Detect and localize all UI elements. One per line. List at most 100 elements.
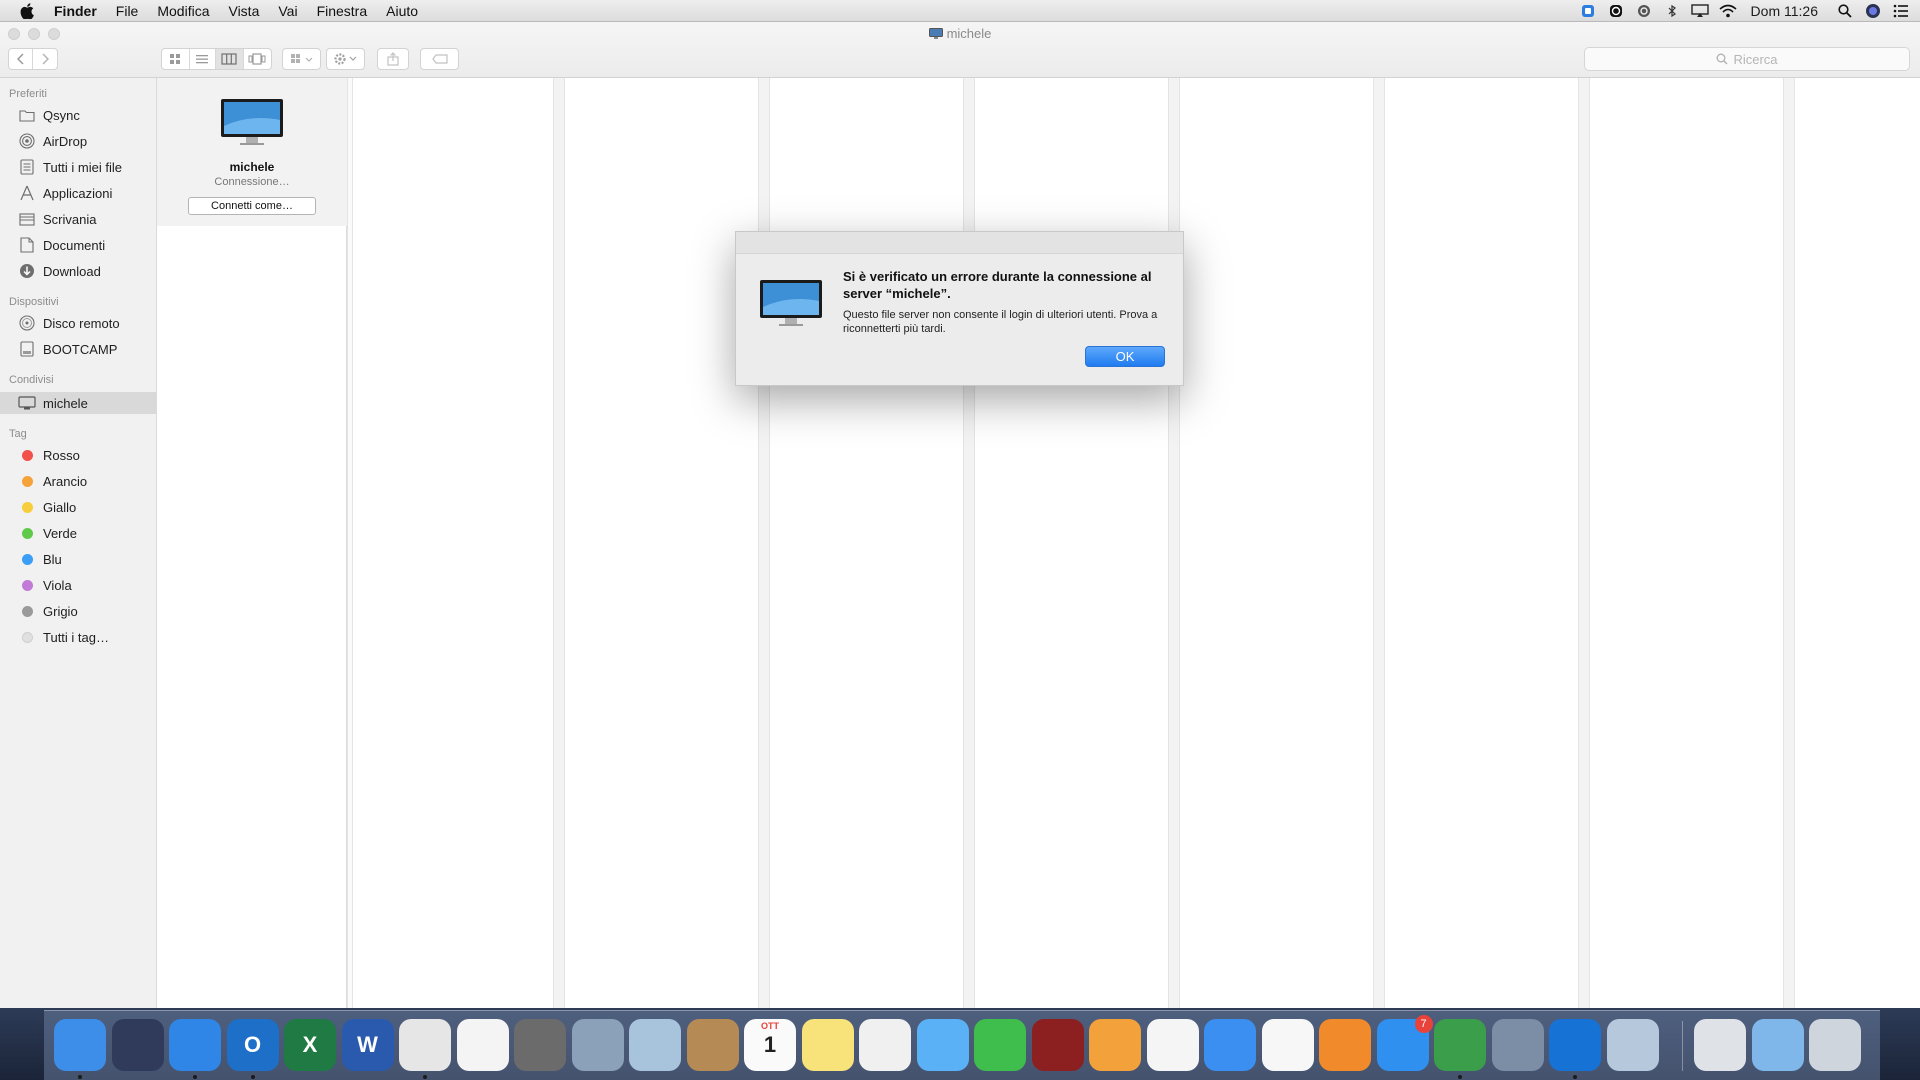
gear-icon [333,53,356,65]
notification-center-icon[interactable] [1892,2,1910,20]
spotlight-search-icon[interactable] [1836,2,1854,20]
messages-icon[interactable] [916,1019,969,1071]
menu-file[interactable]: File [116,3,139,19]
keynote-icon[interactable] [1204,1019,1256,1071]
search-field[interactable]: Ricerca [1584,47,1910,71]
calendar-icon[interactable]: 1 OTT [744,1019,796,1071]
photo-booth-icon[interactable] [1031,1019,1084,1071]
column-divider[interactable] [553,78,565,1008]
ok-button[interactable]: OK [1085,346,1165,367]
teamviewer-icon[interactable] [1549,1019,1601,1071]
icon-view-button[interactable] [162,49,190,69]
finder-icon[interactable] [54,1019,106,1071]
sidebar-tag-blu[interactable]: Blu [0,548,156,570]
network-radar-icon[interactable] [1491,1019,1544,1071]
outlook-icon[interactable]: O [226,1019,279,1071]
menu-vista[interactable]: Vista [228,3,259,19]
sidebar-item-label: Blu [43,551,62,567]
sidebar-item-michele[interactable]: michele [0,392,156,414]
ibooks-icon[interactable] [1319,1019,1371,1071]
excel-icon[interactable]: X [284,1019,336,1071]
messenger-icon[interactable] [1434,1019,1486,1071]
notes-icon[interactable] [801,1019,854,1071]
column-divider[interactable] [1373,78,1385,1008]
reminders-icon[interactable] [859,1019,911,1071]
bluetooth-status-icon[interactable] [1663,2,1681,20]
sidebar: Preferiti Qsync AirDrop Tutti i miei fil… [0,78,157,1008]
qsync-status-icon[interactable] [1579,2,1597,20]
menu-aiuto[interactable]: Aiuto [386,3,418,19]
sync-status-icon[interactable] [1635,2,1653,20]
menu-vai[interactable]: Vai [278,3,297,19]
sidebar-item-airdrop[interactable]: AirDrop [0,130,156,152]
edit-tags-button[interactable] [420,48,459,70]
documents-stack-icon[interactable] [1694,1019,1746,1071]
column-resize-handle[interactable] [347,78,353,1008]
notification-badge: 7 [1414,1015,1433,1033]
sidebar-tag-all[interactable]: Tutti i tag… [0,626,156,648]
column-view-button[interactable] [216,49,244,69]
action-button[interactable] [326,48,365,70]
sidebar-item-qsync[interactable]: Qsync [0,104,156,126]
sidebar-item-label: Tutti i miei file [43,159,122,175]
menu-modifica[interactable]: Modifica [157,3,209,19]
list-view-button[interactable] [190,49,217,69]
sidebar-item-documents[interactable]: Documenti [0,234,156,256]
column-divider[interactable] [963,78,975,1008]
folder-stack-icon[interactable] [1751,1019,1804,1071]
photos-icon[interactable] [456,1019,509,1071]
search-placeholder: Ricerca [1733,51,1778,67]
numbers-icon[interactable] [1146,1019,1199,1071]
column-divider[interactable] [1168,78,1180,1008]
share-button[interactable] [377,48,409,70]
sidebar-item-download[interactable]: Download [0,260,156,282]
airplay-icon[interactable] [1690,2,1709,20]
sidebar-tag-arancio[interactable]: Arancio [0,470,156,492]
sidebar-item-applications[interactable]: Applicazioni [0,182,156,204]
back-button[interactable] [9,49,34,69]
sidebar-tag-rosso[interactable]: Rosso [0,444,156,466]
chrome-icon[interactable] [399,1019,451,1071]
clock-status-icon[interactable] [1607,2,1625,20]
menubar-clock[interactable]: Dom 11:26 [1751,3,1818,19]
cover-flow-button[interactable] [244,49,271,69]
column-divider[interactable] [758,78,770,1008]
siri-icon[interactable] [111,1019,164,1071]
sidebar-item-desktop[interactable]: Scrivania [0,208,156,230]
apple-menu-icon[interactable] [16,0,38,22]
app-store-icon[interactable]: 7 [1376,1015,1433,1071]
documents-icon [18,237,36,253]
sidebar-item-label: Arancio [43,473,88,489]
preview-icon[interactable] [1606,1019,1659,1071]
sidebar-item-label: Grigio [43,603,78,619]
wifi-icon[interactable] [1719,2,1737,20]
facetime-icon[interactable] [974,1019,1026,1071]
mail-stamp-icon[interactable] [629,1019,681,1071]
safari-icon[interactable] [169,1019,221,1071]
sidebar-item-bootcamp[interactable]: BOOTCAMP [0,338,156,360]
forward-button[interactable] [33,49,57,69]
sidebar-item-remote-disc[interactable]: Disco remoto [0,312,156,334]
contacts-icon[interactable] [686,1019,739,1071]
sidebar-item-all-files[interactable]: Tutti i miei file [0,156,156,178]
sidebar-tag-giallo[interactable]: Giallo [0,496,156,518]
menu-app-finder[interactable]: Finder [54,3,97,19]
sidebar-tag-grigio[interactable]: Grigio [0,600,156,622]
sidebar-heading-tags: Tag [9,428,27,440]
pages-icon[interactable] [1089,1019,1141,1071]
launchpad-icon[interactable] [571,1019,624,1071]
arrange-button[interactable] [282,48,321,70]
column-divider[interactable] [1783,78,1795,1008]
connect-as-button[interactable]: Connetti come… [188,197,316,215]
sidebar-tag-verde[interactable]: Verde [0,522,156,544]
siri-menubar-icon[interactable] [1864,2,1882,20]
menu-finestra[interactable]: Finestra [317,3,368,19]
sidebar-item-label: Documenti [43,237,106,253]
tag-color-dot [21,579,33,591]
column-divider[interactable] [1578,78,1590,1008]
word-icon[interactable]: W [341,1019,394,1071]
itunes-icon[interactable] [1261,1019,1314,1071]
system-preferences-icon[interactable] [514,1019,566,1071]
trash-icon[interactable] [1809,1019,1861,1071]
sidebar-tag-viola[interactable]: Viola [0,574,156,596]
